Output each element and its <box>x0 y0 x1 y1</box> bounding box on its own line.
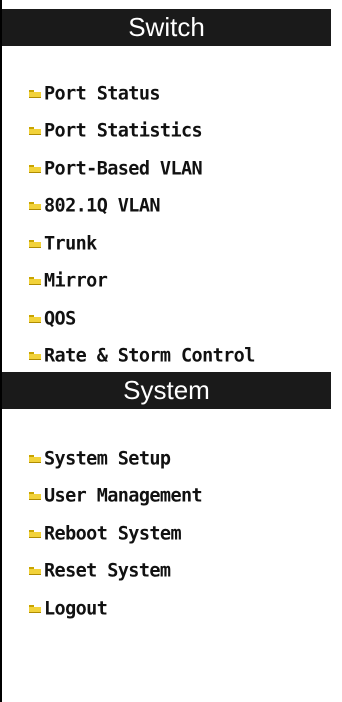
menu-item-port-based-vlan[interactable]: Port-Based VLAN <box>0 150 342 188</box>
menu-item-label[interactable]: User Management <box>44 486 203 507</box>
folder-icon <box>29 202 41 211</box>
menu-item-label[interactable]: Reboot System <box>44 523 182 544</box>
folder-icon <box>29 454 41 463</box>
menu-item-label[interactable]: 802.1Q VLAN <box>44 196 161 217</box>
folder-icon <box>29 352 41 361</box>
menu-item-label[interactable]: Trunk <box>44 233 97 254</box>
folder-icon <box>29 529 41 538</box>
menu-item-port-status[interactable]: Port Status <box>0 75 342 113</box>
navigation-menu: Switch Port Status Port Statistics Port-… <box>0 0 342 702</box>
folder-icon <box>29 164 41 173</box>
menu-item-label[interactable]: Port Statistics <box>44 121 203 142</box>
menu-item-system-setup[interactable]: System Setup <box>0 440 342 478</box>
menu-item-label[interactable]: System Setup <box>44 448 171 469</box>
menu-item-label[interactable]: QOS <box>44 308 76 329</box>
folder-icon <box>29 89 41 98</box>
menu-item-mirror[interactable]: Mirror <box>0 263 342 301</box>
menu-item-trunk[interactable]: Trunk <box>0 225 342 263</box>
menu-item-label[interactable]: Mirror <box>44 271 108 292</box>
folder-icon <box>29 567 41 576</box>
folder-icon <box>29 239 41 248</box>
menu-item-reboot-system[interactable]: Reboot System <box>0 515 342 553</box>
folder-icon <box>29 492 41 501</box>
folder-icon <box>29 604 41 613</box>
folder-icon <box>29 277 41 286</box>
section-header-switch: Switch <box>2 9 331 46</box>
menu-item-label[interactable]: Logout <box>44 598 108 619</box>
folder-icon <box>29 127 41 136</box>
menu-item-rate-storm-control[interactable]: Rate & Storm Control <box>0 338 342 376</box>
menu-item-reset-system[interactable]: Reset System <box>0 553 342 591</box>
menu-item-label[interactable]: Reset System <box>44 561 171 582</box>
system-menu-list: System Setup User Management Reboot Syst… <box>0 440 342 628</box>
menu-item-label[interactable]: Port-Based VLAN <box>44 158 203 179</box>
menu-item-label[interactable]: Rate & Storm Control <box>44 346 255 367</box>
menu-item-label[interactable]: Port Status <box>44 83 161 104</box>
menu-item-logout[interactable]: Logout <box>0 590 342 628</box>
switch-menu-list: Port Status Port Statistics Port-Based V… <box>0 75 342 375</box>
menu-item-qos[interactable]: QOS <box>0 300 342 338</box>
section-header-system: System <box>2 372 331 409</box>
folder-icon <box>29 314 41 323</box>
menu-item-8021q-vlan[interactable]: 802.1Q VLAN <box>0 188 342 226</box>
menu-item-user-management[interactable]: User Management <box>0 478 342 516</box>
menu-item-port-statistics[interactable]: Port Statistics <box>0 113 342 151</box>
